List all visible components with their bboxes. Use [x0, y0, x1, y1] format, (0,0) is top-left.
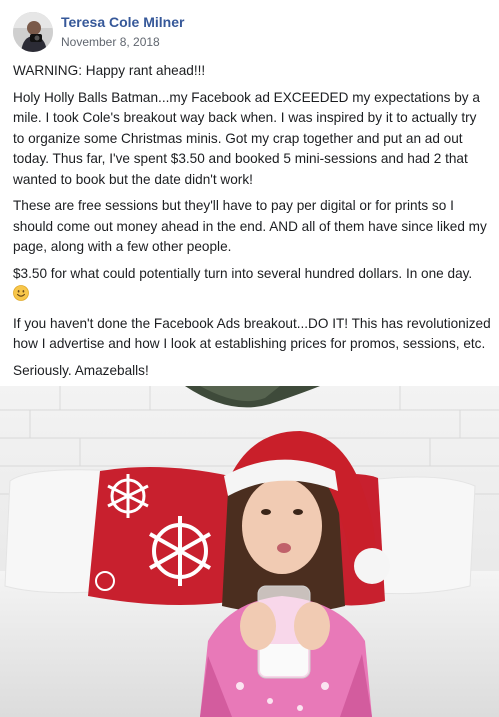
post-paragraph: These are free sessions but they'll have… — [13, 198, 487, 254]
smiling-face-icon — [13, 285, 29, 308]
post-paragraph: Holy Holly Balls Batman...my Facebook ad… — [13, 89, 480, 187]
christmas-girl-photo — [0, 386, 499, 717]
post-date[interactable]: November 8, 2018 — [61, 35, 160, 49]
post-paragraph-with-emoji: $3.50 for what could potentially turn in… — [13, 264, 491, 308]
post-photo[interactable] — [0, 386, 499, 717]
post-header: Teresa Cole Milner November 8, 2018 — [0, 0, 499, 56]
post-paragraph: WARNING: Happy rant ahead!!! — [13, 63, 206, 78]
author-avatar[interactable] — [13, 12, 53, 52]
facebook-post: Teresa Cole Milner November 8, 2018 WARN… — [0, 0, 499, 717]
post-paragraph-text: $3.50 for what could potentially turn in… — [13, 265, 473, 281]
post-paragraph: If you haven't done the Facebook Ads bre… — [13, 315, 491, 352]
post-paragraph: Seriously. Amazeballs! — [13, 362, 149, 378]
author-name[interactable]: Teresa Cole Milner — [61, 14, 184, 30]
post-body: WARNING: Happy rant ahead!!! Holy Holly … — [13, 61, 491, 387]
avatar-photo — [13, 12, 53, 52]
